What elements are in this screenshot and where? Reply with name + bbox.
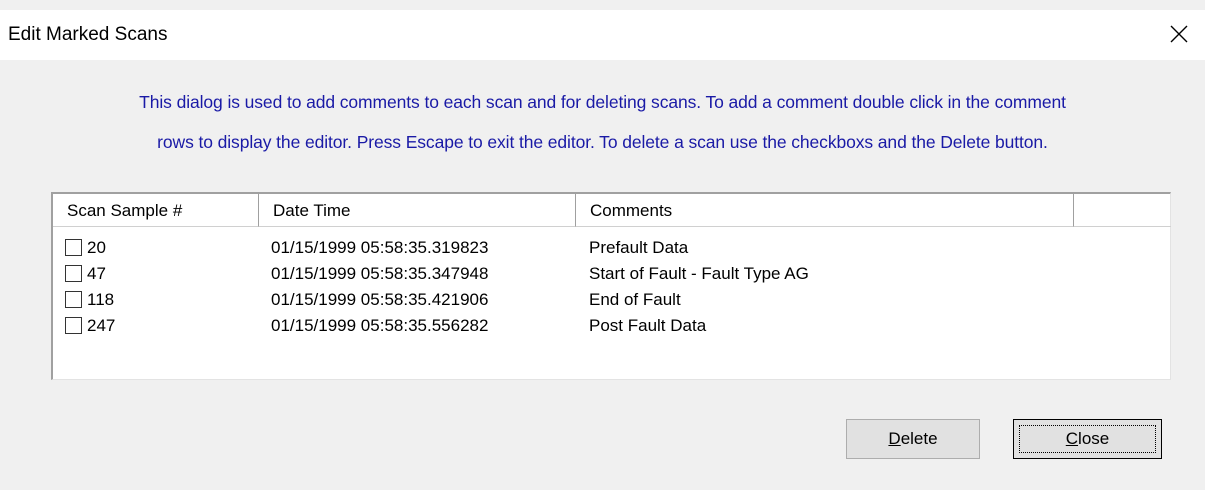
delete-label: elete [900,429,938,448]
row-checkbox[interactable] [65,291,82,308]
comment-cell[interactable]: Prefault Data [589,235,688,261]
description-line-2: rows to display the editor. Press Escape… [157,132,1048,152]
comment-cell[interactable]: Post Fault Data [589,313,706,339]
dialog-window: Edit Marked Scans This dialog is used to… [0,0,1205,490]
date-time: 01/15/1999 05:58:35.421906 [271,290,489,309]
date-time: 01/15/1999 05:58:35.319823 [271,238,489,257]
delete-accelerator: D [888,429,901,448]
column-header-comments[interactable]: Comments [576,194,1074,227]
close-button[interactable]: Close [1013,419,1162,459]
comment-cell[interactable]: Start of Fault - Fault Type AG [589,261,809,287]
table-row[interactable]: 118 01/15/1999 05:58:35.421906 End of Fa… [53,287,1170,313]
row-checkbox[interactable] [65,239,82,256]
column-header-scan[interactable]: Scan Sample # [53,194,259,227]
date-time: 01/15/1999 05:58:35.556282 [271,316,489,335]
title-bar[interactable]: Edit Marked Scans [0,10,1205,60]
scan-number: 20 [87,238,106,257]
list-header: Scan Sample # Date Time Comments [53,194,1171,228]
scans-list[interactable]: Scan Sample # Date Time Comments 20 01/1… [51,192,1171,380]
row-checkbox[interactable] [65,317,82,334]
scan-number: 47 [87,264,106,283]
table-row[interactable]: 20 01/15/1999 05:58:35.319823 Prefault D… [53,235,1170,261]
date-time: 01/15/1999 05:58:35.347948 [271,264,489,283]
close-icon[interactable] [1159,14,1199,54]
description-line-1: This dialog is used to add comments to e… [139,92,1066,112]
column-header-datetime[interactable]: Date Time [259,194,576,227]
scan-number: 118 [87,290,115,309]
row-checkbox[interactable] [65,265,82,282]
table-row[interactable]: 47 01/15/1999 05:58:35.347948 Start of F… [53,261,1170,287]
scan-number: 247 [87,316,116,335]
delete-button[interactable]: Delete [846,419,980,459]
window-title: Edit Marked Scans [8,24,168,45]
column-header-empty[interactable] [1074,194,1171,227]
table-row[interactable]: 247 01/15/1999 05:58:35.556282 Post Faul… [53,313,1170,339]
focus-rectangle [1019,425,1156,453]
comment-cell[interactable]: End of Fault [589,287,681,313]
